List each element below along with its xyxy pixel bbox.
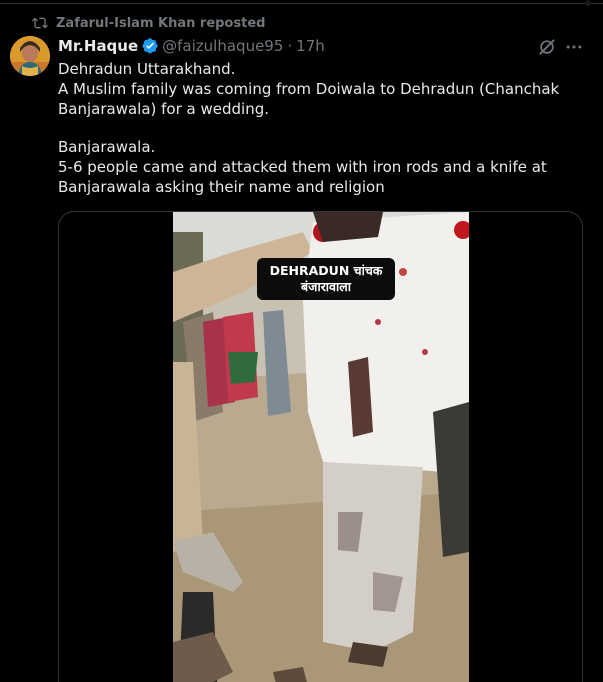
author-name[interactable]: Mr.Haque bbox=[58, 37, 138, 55]
video-caption-overlay: DEHRADUN चांचक बंजारावाला bbox=[257, 258, 395, 300]
repost-context[interactable]: Zafarul-Islam Khan reposted bbox=[32, 14, 265, 32]
media-card[interactable]: DEHRADUN चांचक बंजारावाला bbox=[58, 211, 583, 682]
video-player[interactable]: DEHRADUN चांचक बंजारावाला bbox=[173, 212, 469, 682]
verified-badge-icon[interactable] bbox=[141, 37, 159, 55]
tweet-paragraph: Dehradun Uttarakhand. A Muslim family wa… bbox=[58, 60, 560, 118]
window-top-edge bbox=[0, 0, 603, 6]
repost-label: Zafarul-Islam Khan reposted bbox=[56, 15, 266, 31]
separator-dot: · bbox=[287, 37, 293, 55]
caption-line-2: बंजारावाला bbox=[301, 279, 351, 294]
caption-line-1: DEHRADUN चांचक bbox=[269, 263, 383, 278]
timestamp[interactable]: 17h bbox=[296, 37, 325, 55]
tweet-header: Mr.Haque @faizulhaque95 · 17h bbox=[58, 36, 325, 56]
top-indicator bbox=[585, 0, 591, 6]
more-icon[interactable] bbox=[564, 37, 584, 57]
grok-icon[interactable] bbox=[537, 37, 557, 57]
tweet-text: Dehradun Uttarakhand. A Muslim family wa… bbox=[58, 59, 578, 197]
top-divider bbox=[0, 3, 603, 4]
avatar[interactable] bbox=[10, 36, 50, 76]
author-handle[interactable]: @faizulhaque95 bbox=[162, 37, 283, 55]
repost-icon bbox=[32, 17, 48, 29]
tweet-paragraph: Banjarawala. 5-6 people came and attacke… bbox=[58, 138, 547, 196]
